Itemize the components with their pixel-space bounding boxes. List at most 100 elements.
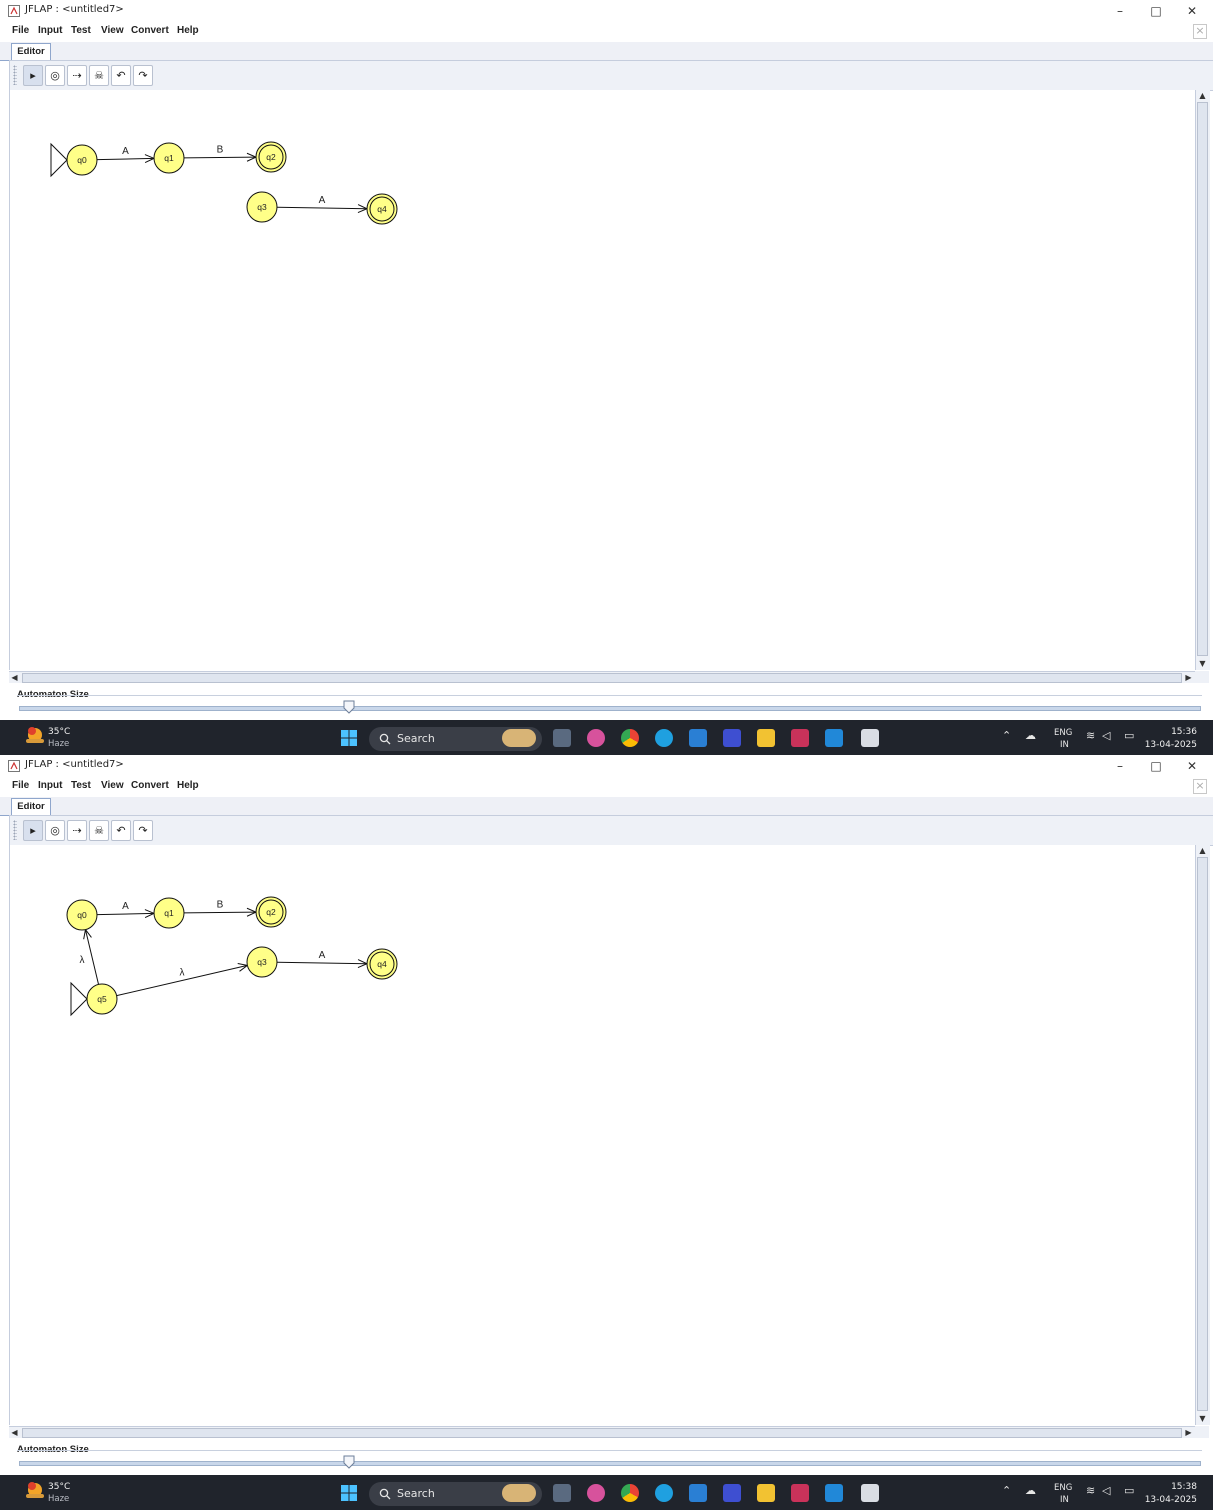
automaton-size-slider[interactable] bbox=[19, 706, 1201, 711]
close-tab-icon[interactable]: × bbox=[1193, 24, 1207, 39]
onedrive-icon[interactable]: ☁ bbox=[1025, 729, 1036, 742]
scroll-thumb-vertical[interactable] bbox=[1197, 102, 1208, 656]
menu-convert[interactable]: Convert bbox=[131, 780, 169, 791]
clock-date[interactable]: 13-04-2025 bbox=[1145, 740, 1197, 750]
transition-q3-q4[interactable]: A bbox=[276, 195, 369, 214]
close-button[interactable]: ✕ bbox=[1173, 0, 1211, 22]
region-indicator[interactable]: IN bbox=[1060, 1495, 1069, 1505]
transition-q0-q1[interactable]: A bbox=[96, 901, 156, 919]
file-explorer-icon[interactable] bbox=[757, 729, 775, 747]
menu-view[interactable]: View bbox=[101, 780, 124, 791]
minimize-button[interactable]: – bbox=[1101, 0, 1139, 22]
scroll-left-icon[interactable]: ◀ bbox=[9, 1427, 20, 1438]
state-q2[interactable]: q2 bbox=[255, 896, 287, 928]
news-widget-icon[interactable] bbox=[502, 729, 536, 747]
undo-icon[interactable]: ↶ bbox=[111, 820, 131, 841]
slider-thumb[interactable] bbox=[343, 1455, 355, 1469]
state-q0[interactable]: q0 bbox=[50, 142, 98, 178]
copilot-icon[interactable] bbox=[587, 729, 605, 747]
task-view-icon[interactable] bbox=[553, 729, 571, 747]
windows-start-icon[interactable] bbox=[341, 730, 357, 746]
scroll-right-icon[interactable]: ▶ bbox=[1183, 1427, 1194, 1438]
language-indicator[interactable]: ENG bbox=[1054, 728, 1072, 738]
automaton-size-slider[interactable] bbox=[19, 1461, 1201, 1466]
automaton-diagram[interactable]: A B Aλ λ q0 q1 q2 q3 q4 q5 bbox=[10, 845, 1196, 1425]
battery-icon[interactable]: ▭ bbox=[1124, 729, 1134, 742]
deleter-icon[interactable]: ☠ bbox=[89, 65, 109, 86]
volume-icon[interactable]: ◁ bbox=[1102, 1484, 1110, 1497]
store-icon[interactable] bbox=[689, 1484, 707, 1502]
file-explorer-icon[interactable] bbox=[757, 1484, 775, 1502]
app-icon[interactable] bbox=[723, 729, 741, 747]
battery-icon[interactable]: ▭ bbox=[1124, 1484, 1134, 1497]
state-q1[interactable]: q1 bbox=[153, 142, 185, 174]
state-q1[interactable]: q1 bbox=[153, 897, 185, 929]
edge-icon[interactable] bbox=[655, 1484, 673, 1502]
automaton-diagram[interactable]: A B Aq0 q1 q2 q3 q4 bbox=[10, 90, 1196, 670]
state-q3[interactable]: q3 bbox=[246, 191, 278, 223]
menu-test[interactable]: Test bbox=[71, 25, 91, 36]
menu-input[interactable]: Input bbox=[38, 25, 62, 36]
transition-q3-q4[interactable]: A bbox=[276, 950, 369, 969]
tab-editor[interactable]: Editor bbox=[11, 798, 51, 815]
intellij-icon[interactable] bbox=[791, 729, 809, 747]
volume-icon[interactable]: ◁ bbox=[1102, 729, 1110, 742]
language-indicator[interactable]: ENG bbox=[1054, 1483, 1072, 1493]
onedrive-icon[interactable]: ☁ bbox=[1025, 1484, 1036, 1497]
state-q0[interactable]: q0 bbox=[66, 899, 98, 931]
scroll-thumb-horizontal[interactable] bbox=[22, 1428, 1182, 1438]
scroll-thumb-horizontal[interactable] bbox=[22, 673, 1182, 683]
scroll-up-icon[interactable]: ▲ bbox=[1197, 845, 1208, 856]
state-q3[interactable]: q3 bbox=[246, 946, 278, 978]
weather-icon[interactable] bbox=[24, 725, 46, 747]
menu-help[interactable]: Help bbox=[177, 780, 199, 791]
wifi-icon[interactable]: ≋ bbox=[1086, 1484, 1095, 1497]
menu-file[interactable]: File bbox=[12, 780, 29, 791]
state-q2[interactable]: q2 bbox=[255, 141, 287, 173]
java-icon[interactable] bbox=[861, 729, 879, 747]
state-q5[interactable]: q5 bbox=[70, 981, 118, 1017]
vscode-icon[interactable] bbox=[825, 729, 843, 747]
transition-q1-q2[interactable]: B bbox=[183, 145, 258, 162]
edge-icon[interactable] bbox=[655, 729, 673, 747]
slider-thumb[interactable] bbox=[343, 700, 355, 714]
transition-q1-q2[interactable]: B bbox=[183, 900, 258, 917]
weather-icon[interactable] bbox=[24, 1480, 46, 1502]
menu-help[interactable]: Help bbox=[177, 25, 199, 36]
scroll-up-icon[interactable]: ▲ bbox=[1197, 90, 1208, 101]
automaton-canvas[interactable]: A B Aλ λ q0 q1 q2 q3 q4 q5 bbox=[9, 845, 1196, 1425]
transition-q5-q0[interactable]: λ bbox=[80, 928, 100, 985]
redo-icon[interactable]: ↷ bbox=[133, 820, 153, 841]
java-icon[interactable] bbox=[861, 1484, 879, 1502]
attribute-editor-icon[interactable]: ▸ bbox=[23, 820, 43, 841]
menu-convert[interactable]: Convert bbox=[131, 25, 169, 36]
menu-test[interactable]: Test bbox=[71, 780, 91, 791]
close-tab-icon[interactable]: × bbox=[1193, 779, 1207, 794]
tab-editor[interactable]: Editor bbox=[11, 43, 51, 60]
wifi-icon[interactable]: ≋ bbox=[1086, 729, 1095, 742]
toolbar-grip[interactable] bbox=[13, 820, 17, 840]
scroll-thumb-vertical[interactable] bbox=[1197, 857, 1208, 1411]
chrome-icon[interactable] bbox=[621, 729, 639, 747]
copilot-icon[interactable] bbox=[587, 1484, 605, 1502]
scroll-down-icon[interactable]: ▼ bbox=[1197, 1413, 1208, 1424]
tray-overflow-icon[interactable]: ⌃ bbox=[1002, 729, 1011, 742]
minimize-button[interactable]: – bbox=[1101, 755, 1139, 777]
menu-file[interactable]: File bbox=[12, 25, 29, 36]
undo-icon[interactable]: ↶ bbox=[111, 65, 131, 86]
transition-creator-icon[interactable]: ⇢ bbox=[67, 65, 87, 86]
menu-view[interactable]: View bbox=[101, 25, 124, 36]
windows-start-icon[interactable] bbox=[341, 1485, 357, 1501]
transition-q0-q1[interactable]: A bbox=[96, 146, 156, 164]
clock-date[interactable]: 13-04-2025 bbox=[1145, 1495, 1197, 1505]
state-q4[interactable]: q4 bbox=[366, 948, 398, 980]
toolbar-grip[interactable] bbox=[13, 65, 17, 85]
state-q4[interactable]: q4 bbox=[366, 193, 398, 225]
menu-input[interactable]: Input bbox=[38, 780, 62, 791]
transition-q5-q3[interactable]: λ bbox=[116, 963, 249, 997]
scroll-right-icon[interactable]: ▶ bbox=[1183, 672, 1194, 683]
automaton-canvas[interactable]: A B Aq0 q1 q2 q3 q4 bbox=[9, 90, 1196, 670]
clock-time[interactable]: 15:36 bbox=[1171, 727, 1197, 737]
state-creator-icon[interactable]: ◎ bbox=[45, 65, 65, 86]
app-icon[interactable] bbox=[723, 1484, 741, 1502]
